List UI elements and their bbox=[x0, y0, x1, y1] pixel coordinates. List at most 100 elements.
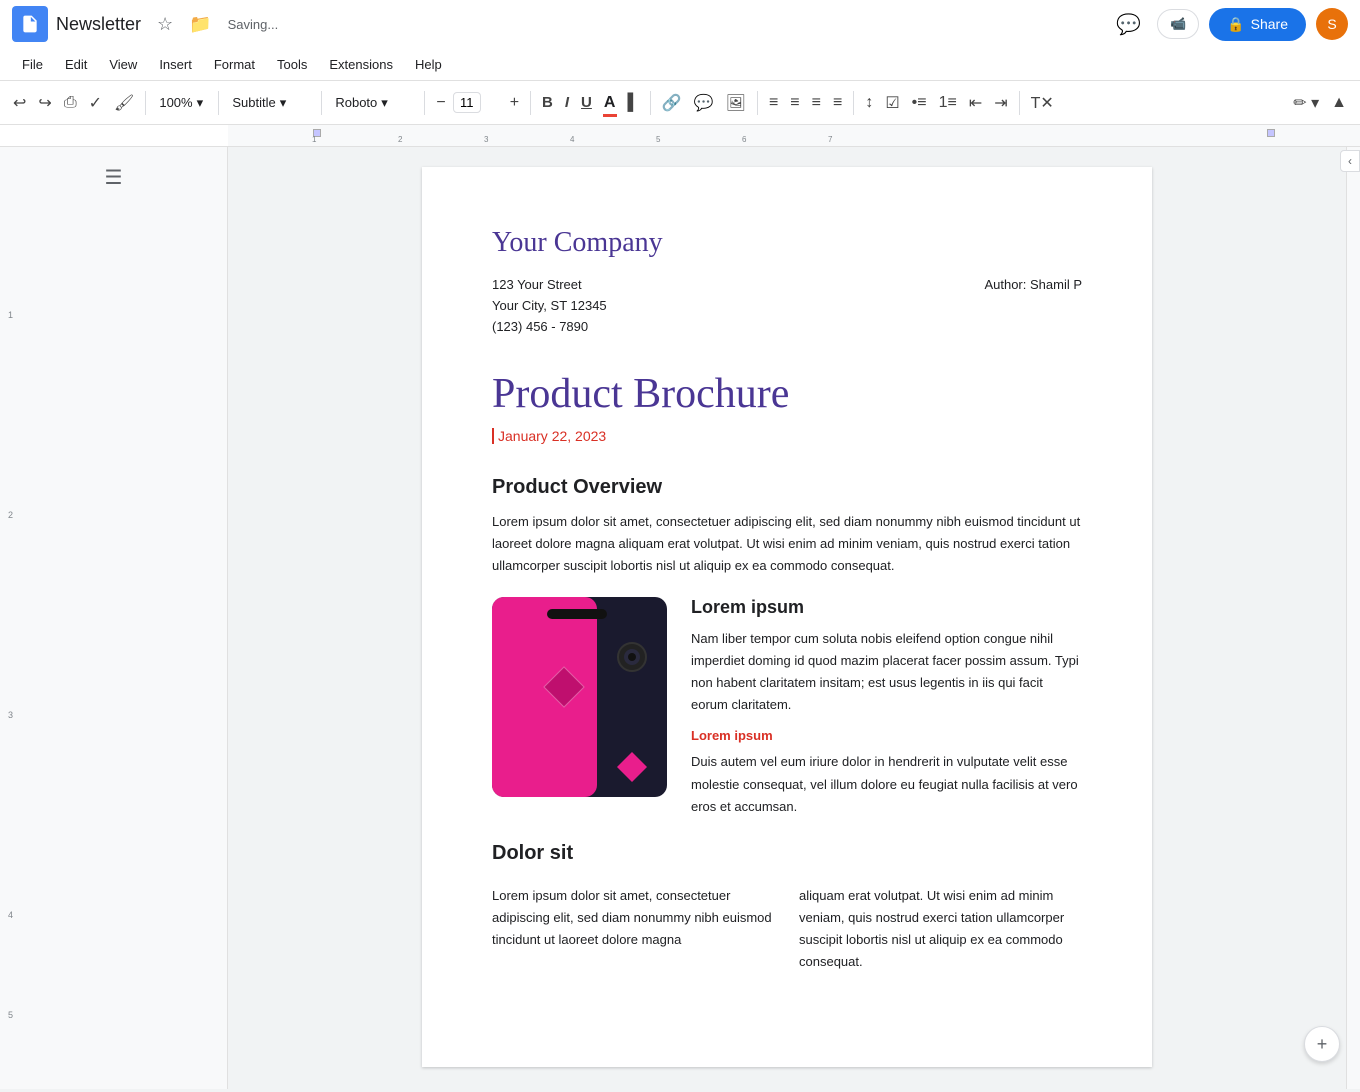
toolbar-divider-3 bbox=[321, 91, 322, 115]
font-size-decrease[interactable]: − bbox=[431, 87, 450, 119]
menu-help[interactable]: Help bbox=[405, 53, 452, 76]
section2-heading[interactable]: Dolor sit bbox=[492, 842, 1082, 865]
toolbar-divider-4 bbox=[424, 91, 425, 115]
product-sub: Duis autem vel eum iriure dolor in hendr… bbox=[691, 751, 1082, 817]
page-marker-2: 2 bbox=[8, 510, 13, 520]
redo-button[interactable]: ↪ bbox=[33, 87, 56, 119]
menu-tools[interactable]: Tools bbox=[267, 53, 317, 76]
doc-icon bbox=[12, 6, 48, 42]
toolbar-divider-5 bbox=[530, 91, 531, 115]
right-sidebar bbox=[1346, 147, 1360, 1089]
toolbar-divider-2 bbox=[218, 91, 219, 115]
page-marker-5: 5 bbox=[8, 1010, 13, 1020]
text-color-indicator bbox=[603, 114, 617, 117]
toolbar-collapse-button[interactable]: ▲ bbox=[1326, 87, 1352, 119]
bold-button[interactable]: B bbox=[537, 87, 558, 119]
font-size-field[interactable]: 11 bbox=[453, 92, 503, 113]
clear-format-button[interactable]: T✕ bbox=[1026, 87, 1059, 119]
toolbar-divider-7 bbox=[757, 91, 758, 115]
toolbar-divider-9 bbox=[1019, 91, 1020, 115]
editing-mode-button[interactable]: ✏ ▾ bbox=[1288, 87, 1324, 119]
meet-button[interactable]: 📹 bbox=[1157, 9, 1199, 39]
two-column-section: Lorem ipsum dolor sit amet, consectetuer… bbox=[492, 885, 1082, 973]
numbered-list-button[interactable]: 1≡ bbox=[934, 87, 962, 119]
document-main-title[interactable]: Product Brochure bbox=[492, 369, 1082, 419]
col1-text: Lorem ipsum dolor sit amet, consectetuer… bbox=[492, 885, 775, 973]
undo-button[interactable]: ↩ bbox=[8, 87, 31, 119]
print-button[interactable]: ⎙ bbox=[59, 87, 82, 119]
product-body: Nam liber tempor cum soluta nobis eleife… bbox=[691, 628, 1082, 716]
product-image bbox=[492, 597, 667, 797]
sidebar-collapse-button[interactable]: ‹ bbox=[1340, 150, 1360, 172]
menu-file[interactable]: File bbox=[12, 53, 53, 76]
underline-button[interactable]: U bbox=[576, 87, 597, 119]
align-center-button[interactable]: ≡ bbox=[785, 87, 804, 119]
address-line2: Your City, ST 12345 bbox=[492, 296, 607, 317]
toolbar-divider-8 bbox=[853, 91, 854, 115]
page-marker-4: 4 bbox=[8, 910, 13, 920]
meet-icon: 📹 bbox=[1170, 16, 1186, 32]
outline-toggle[interactable]: ☰ bbox=[96, 159, 132, 195]
menu-extensions[interactable]: Extensions bbox=[319, 53, 403, 76]
indent-less-button[interactable]: ⇤ bbox=[964, 87, 987, 119]
menu-insert[interactable]: Insert bbox=[149, 53, 202, 76]
company-name[interactable]: Your Company bbox=[492, 227, 1082, 259]
document-title[interactable]: Newsletter bbox=[56, 14, 141, 35]
highlight-button[interactable]: ▌ bbox=[622, 87, 643, 119]
align-right-button[interactable]: ≡ bbox=[807, 87, 826, 119]
indent-more-button[interactable]: ⇥ bbox=[989, 87, 1012, 119]
align-left-button[interactable]: ≡ bbox=[764, 87, 783, 119]
comment-inline-button[interactable]: 💬 bbox=[689, 87, 719, 119]
explore-button[interactable]: + bbox=[1304, 1026, 1340, 1062]
zoom-select[interactable]: 100% ▾ bbox=[152, 87, 212, 119]
author-text: Author: Shamil P bbox=[984, 275, 1082, 337]
star-button[interactable]: ☆ bbox=[153, 10, 177, 39]
col2-text: aliquam erat volutpat. Ut wisi enim ad m… bbox=[799, 885, 1082, 973]
user-avatar[interactable]: S bbox=[1316, 8, 1348, 40]
menu-edit[interactable]: Edit bbox=[55, 53, 97, 76]
line-spacing-button[interactable]: ↕ bbox=[860, 87, 878, 119]
product-section: Lorem ipsum Nam liber tempor cum soluta … bbox=[492, 597, 1082, 818]
font-size-increase[interactable]: + bbox=[505, 87, 524, 119]
product-text: Lorem ipsum Nam liber tempor cum soluta … bbox=[691, 597, 1082, 818]
product-heading: Lorem ipsum bbox=[691, 597, 1082, 618]
image-button[interactable]: 🖼 bbox=[721, 87, 751, 119]
address-block: 123 Your Street Your City, ST 12345 (123… bbox=[492, 275, 1082, 337]
document-date[interactable]: January 22, 2023 bbox=[492, 428, 1082, 444]
comment-button[interactable]: 💬 bbox=[1110, 6, 1147, 43]
right-tab-marker[interactable] bbox=[1267, 129, 1275, 137]
document-area: Your Company 123 Your Street Your City, … bbox=[228, 147, 1346, 1089]
menu-view[interactable]: View bbox=[99, 53, 147, 76]
document-page[interactable]: Your Company 123 Your Street Your City, … bbox=[422, 167, 1152, 1067]
italic-button[interactable]: I bbox=[560, 87, 574, 119]
text-color-button[interactable]: A bbox=[599, 87, 621, 119]
style-select[interactable]: Subtitle ▾ bbox=[225, 87, 315, 119]
folder-button[interactable]: 📁 bbox=[185, 10, 215, 39]
font-chevron-icon: ▾ bbox=[381, 95, 388, 111]
paint-format-button[interactable]: 🖌 bbox=[109, 87, 139, 119]
style-chevron-icon: ▾ bbox=[280, 95, 287, 111]
spellcheck-button[interactable]: ✓ bbox=[84, 87, 107, 119]
menu-format[interactable]: Format bbox=[204, 53, 265, 76]
section1-heading[interactable]: Product Overview bbox=[492, 476, 1082, 499]
toolbar-divider-6 bbox=[650, 91, 651, 115]
checklist-button[interactable]: ☑ bbox=[880, 87, 904, 119]
font-select[interactable]: Roboto ▾ bbox=[328, 87, 418, 119]
align-justify-button[interactable]: ≡ bbox=[828, 87, 847, 119]
ruler: 1 2 3 4 5 6 7 bbox=[0, 125, 1360, 147]
saving-indicator: Saving... bbox=[228, 17, 279, 32]
left-sidebar: ☰ 1 2 3 4 5 bbox=[0, 147, 228, 1089]
zoom-chevron-icon: ▾ bbox=[197, 95, 204, 111]
page-marker-3: 3 bbox=[8, 710, 13, 720]
link-button[interactable]: 🔗 bbox=[657, 87, 687, 119]
address-line1: 123 Your Street bbox=[492, 275, 607, 296]
bullet-list-button[interactable]: •≡ bbox=[907, 87, 932, 119]
share-button[interactable]: 🔒 Share bbox=[1209, 8, 1306, 41]
page-marker-1: 1 bbox=[8, 310, 13, 320]
section1-body[interactable]: Lorem ipsum dolor sit amet, consectetuer… bbox=[492, 511, 1082, 577]
product-link[interactable]: Lorem ipsum bbox=[691, 728, 1082, 743]
toolbar-divider-1 bbox=[145, 91, 146, 115]
address-line3: (123) 456 - 7890 bbox=[492, 317, 607, 338]
address-left: 123 Your Street Your City, ST 12345 (123… bbox=[492, 275, 607, 337]
lock-icon: 🔒 bbox=[1227, 16, 1244, 33]
